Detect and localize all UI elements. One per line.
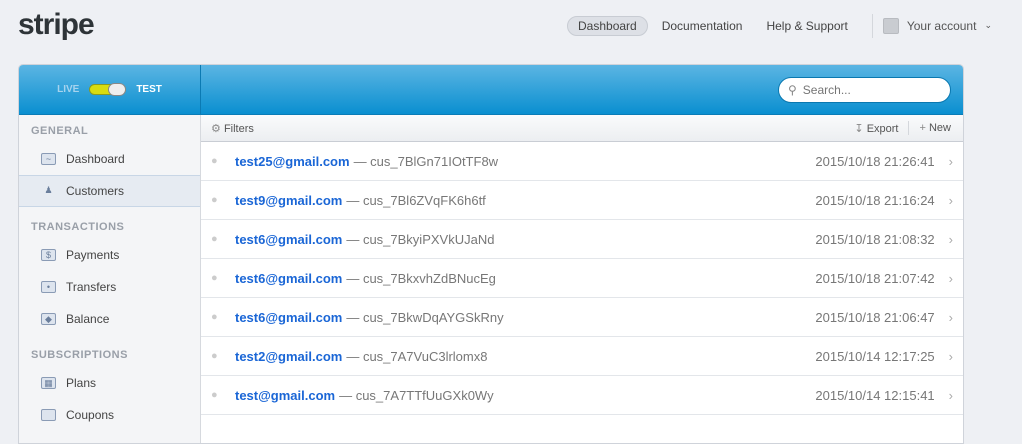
customer-list: ⚙ Filters ↧ Export + New ● test25@gmail.… [201, 115, 963, 443]
download-icon: ↧ [854, 122, 864, 135]
created-date: 2015/10/18 21:06:47 [815, 309, 935, 325]
account-label: Your account [906, 18, 977, 33]
live-label[interactable]: LIVE [57, 84, 79, 95]
top-nav: Dashboard Documentation Help & Support Y… [567, 13, 992, 38]
nav-help-support[interactable]: Help & Support [756, 17, 857, 35]
stripe-logo[interactable]: stripe [18, 8, 95, 42]
coupon-icon [41, 409, 56, 421]
live-test-toggle[interactable] [89, 83, 127, 96]
customer-id: — cus_7BkyiPXVkUJaNd [346, 231, 495, 247]
export-label: Export [866, 122, 899, 135]
sidebar: GENERAL ~ Dashboard ♟ Customers TRANSACTIO… [19, 115, 201, 443]
section-general: GENERAL [31, 125, 89, 137]
chevron-right-icon: › [948, 309, 953, 325]
customer-email[interactable]: test2@gmail.com [235, 349, 342, 364]
person-icon: ● [211, 233, 218, 245]
person-icon: ● [211, 194, 218, 206]
sidebar-item-customers[interactable]: ♟ Customers [19, 175, 200, 207]
new-button[interactable]: + New [909, 122, 951, 134]
customer-id: — cus_7BlGn71IOtTF8w [353, 153, 499, 169]
search-icon: ⚲ [788, 83, 797, 97]
person-icon: ● [211, 389, 218, 401]
customer-id: — cus_7Bl6ZVqFK6h6tf [346, 192, 486, 208]
sidebar-item-label: Customers [66, 184, 125, 198]
created-date: 2015/10/14 12:15:41 [815, 387, 935, 403]
person-icon: ● [211, 311, 218, 323]
customer-email[interactable]: test9@gmail.com [235, 193, 342, 208]
chevron-right-icon: › [948, 348, 953, 364]
customer-id: — cus_7BkwDqAYGSkRny [346, 309, 504, 325]
chevron-down-icon: ⌄ [984, 20, 992, 30]
table-row[interactable]: ● test9@gmail.com — cus_7Bl6ZVqFK6h6tf 2… [201, 181, 963, 220]
table-row[interactable]: ● test6@gmail.com — cus_7BkxvhZdBNucEg 2… [201, 259, 963, 298]
sidebar-item-transfers[interactable]: • Transfers [19, 271, 200, 303]
list-toolbar: ⚙ Filters ↧ Export + New [201, 115, 963, 142]
account-menu[interactable]: Your account ⌄ [882, 17, 992, 34]
table-row[interactable]: ● test6@gmail.com — cus_7BkwDqAYGSkRny 2… [201, 298, 963, 337]
chevron-right-icon: › [948, 153, 953, 169]
customer-email[interactable]: test6@gmail.com [235, 310, 342, 325]
avatar [882, 17, 899, 34]
table-row[interactable]: ● test2@gmail.com — cus_7A7VuC3lrlomx8 2… [201, 337, 963, 376]
filters-label: Filters [223, 122, 254, 135]
person-icon: ● [211, 155, 218, 167]
created-date: 2015/10/14 12:17:25 [815, 348, 935, 364]
mode-switch: LIVE TEST [19, 65, 201, 114]
sidebar-item-label: Balance [66, 312, 110, 326]
users-icon: ♟ [44, 185, 53, 195]
customer-id: — cus_7BkxvhZdBNucEg [346, 270, 496, 286]
table-row[interactable]: ● test25@gmail.com — cus_7BlGn71IOtTF8w … [201, 142, 963, 181]
sidebar-item-balance[interactable]: ◆ Balance [19, 303, 200, 335]
person-icon: ● [211, 350, 218, 362]
test-label[interactable]: TEST [136, 84, 162, 95]
created-date: 2015/10/18 21:07:42 [815, 270, 935, 286]
created-date: 2015/10/18 21:16:24 [815, 192, 935, 208]
sidebar-item-label: Transfers [66, 280, 117, 294]
customer-email[interactable]: test6@gmail.com [235, 271, 342, 286]
customer-email[interactable]: test@gmail.com [235, 388, 335, 403]
balance-icon: ◆ [41, 313, 56, 325]
filters-button[interactable]: ⚙ Filters [211, 122, 254, 135]
sidebar-item-label: Coupons [66, 408, 115, 422]
gear-icon: ⚙ [211, 122, 221, 135]
plus-icon: + [919, 122, 926, 134]
customer-email[interactable]: test25@gmail.com [235, 154, 350, 169]
chevron-right-icon: › [948, 192, 953, 208]
customer-id: — cus_7A7VuC3lrlomx8 [346, 348, 488, 364]
search-input[interactable] [802, 83, 933, 97]
created-date: 2015/10/18 21:08:32 [815, 231, 935, 247]
divider [871, 13, 873, 38]
sidebar-item-payments[interactable]: $ Payments [19, 239, 200, 271]
export-button[interactable]: ↧ Export [844, 122, 908, 135]
calendar-icon: ▦ [41, 377, 56, 389]
nav-dashboard[interactable]: Dashboard [567, 15, 648, 36]
person-icon: ● [211, 272, 218, 284]
created-date: 2015/10/18 21:26:41 [815, 153, 935, 169]
sidebar-item-label: Dashboard [66, 152, 125, 166]
customer-id: — cus_7A7TTfUuGXk0Wy [339, 387, 494, 403]
section-subscriptions: SUBSCRIPTIONS [31, 349, 128, 361]
sidebar-item-plans[interactable]: ▦ Plans [19, 367, 200, 399]
sidebar-item-label: Payments [66, 248, 120, 262]
customer-email[interactable]: test6@gmail.com [235, 232, 342, 247]
panel-header: LIVE TEST ⚲ [19, 65, 963, 115]
transfers-icon: • [41, 281, 56, 293]
sidebar-item-coupons[interactable]: Coupons [19, 399, 200, 431]
sidebar-item-label: Plans [66, 376, 97, 390]
sidebar-item-dashboard[interactable]: ~ Dashboard [19, 143, 200, 175]
search-box[interactable]: ⚲ [778, 77, 951, 103]
chart-icon: ~ [41, 153, 56, 165]
table-row[interactable]: ● test@gmail.com — cus_7A7TTfUuGXk0Wy 20… [201, 376, 963, 415]
chevron-right-icon: › [948, 270, 953, 286]
main-panel: LIVE TEST ⚲ GENERAL ~ Dashboard ♟ Customer… [18, 64, 964, 444]
chevron-right-icon: › [948, 387, 953, 403]
nav-documentation[interactable]: Documentation [652, 17, 753, 35]
payments-icon: $ [41, 249, 56, 261]
new-label: New [928, 122, 951, 134]
table-row[interactable]: ● test6@gmail.com — cus_7BkyiPXVkUJaNd 2… [201, 220, 963, 259]
chevron-right-icon: › [948, 231, 953, 247]
section-transactions: TRANSACTIONS [31, 221, 125, 233]
